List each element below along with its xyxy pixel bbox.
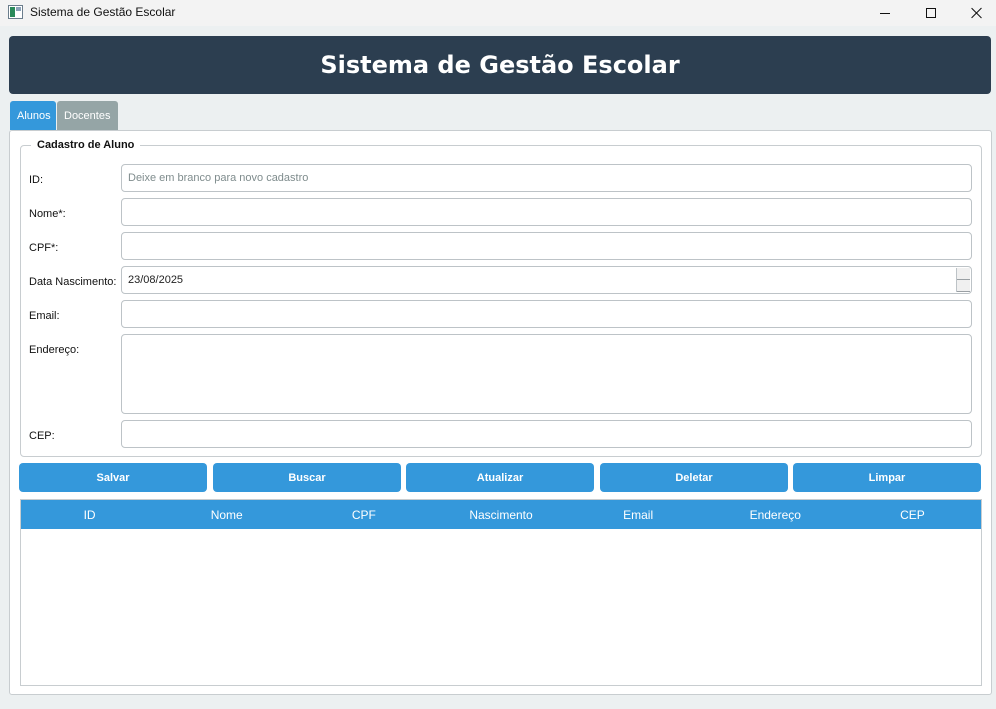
group-title: Cadastro de Aluno: [31, 139, 141, 151]
column-header-nome[interactable]: Nome: [158, 500, 295, 529]
app-icon: [8, 5, 23, 19]
minimize-button[interactable]: [862, 0, 908, 26]
nascimento-value: 23/08/2025: [128, 274, 184, 286]
maximize-icon: [926, 8, 936, 18]
cep-field[interactable]: [121, 420, 972, 448]
endereco-field[interactable]: [121, 334, 972, 414]
cpf-field[interactable]: [121, 232, 972, 260]
close-button[interactable]: [954, 0, 996, 26]
save-button[interactable]: Salvar: [19, 463, 207, 492]
student-form-group: Cadastro de Aluno ID: Nome*: CPF*: Data …: [20, 139, 982, 457]
column-header-cep[interactable]: CEP: [844, 500, 981, 529]
update-button[interactable]: Atualizar: [406, 463, 594, 492]
students-table[interactable]: ID Nome CPF Nascimento Email Endereço CE…: [20, 499, 982, 686]
table-header: ID Nome CPF Nascimento Email Endereço CE…: [21, 500, 981, 529]
date-spin-buttons[interactable]: [956, 268, 970, 292]
delete-button[interactable]: Deletar: [600, 463, 788, 492]
id-label: ID:: [29, 174, 44, 186]
close-icon: [971, 7, 983, 19]
clear-button[interactable]: Limpar: [793, 463, 981, 492]
column-header-email[interactable]: Email: [570, 500, 707, 529]
window-title: Sistema de Gestão Escolar: [30, 5, 176, 19]
window-body: Sistema de Gestão Escolar Alunos Docente…: [0, 26, 996, 709]
spin-up-button[interactable]: [957, 268, 970, 280]
email-label: Email:: [29, 310, 60, 322]
tab-docentes[interactable]: Docentes: [57, 101, 118, 130]
page-title: Sistema de Gestão Escolar: [320, 51, 680, 79]
tab-panel-alunos: Cadastro de Aluno ID: Nome*: CPF*: Data …: [9, 130, 992, 695]
maximize-button[interactable]: [908, 0, 954, 26]
nome-label: Nome*:: [29, 208, 66, 220]
column-header-nascimento[interactable]: Nascimento: [432, 500, 569, 529]
nascimento-label: Data Nascimento:: [29, 276, 117, 288]
cpf-label: CPF*:: [29, 242, 59, 254]
column-header-cpf[interactable]: CPF: [295, 500, 432, 529]
cep-label: CEP:: [29, 430, 55, 442]
spin-down-button[interactable]: [957, 280, 970, 292]
column-header-endereco[interactable]: Endereço: [707, 500, 844, 529]
column-header-id[interactable]: ID: [21, 500, 158, 529]
search-button[interactable]: Buscar: [213, 463, 401, 492]
tab-alunos[interactable]: Alunos: [10, 101, 56, 130]
window-titlebar[interactable]: Sistema de Gestão Escolar: [0, 0, 996, 26]
nascimento-date-field[interactable]: 23/08/2025: [121, 266, 972, 294]
email-field[interactable]: [121, 300, 972, 328]
endereco-label: Endereço:: [29, 344, 80, 356]
nome-field[interactable]: [121, 198, 972, 226]
id-field[interactable]: [121, 164, 972, 192]
minimize-icon: [880, 12, 890, 14]
header-banner: Sistema de Gestão Escolar: [9, 36, 991, 94]
